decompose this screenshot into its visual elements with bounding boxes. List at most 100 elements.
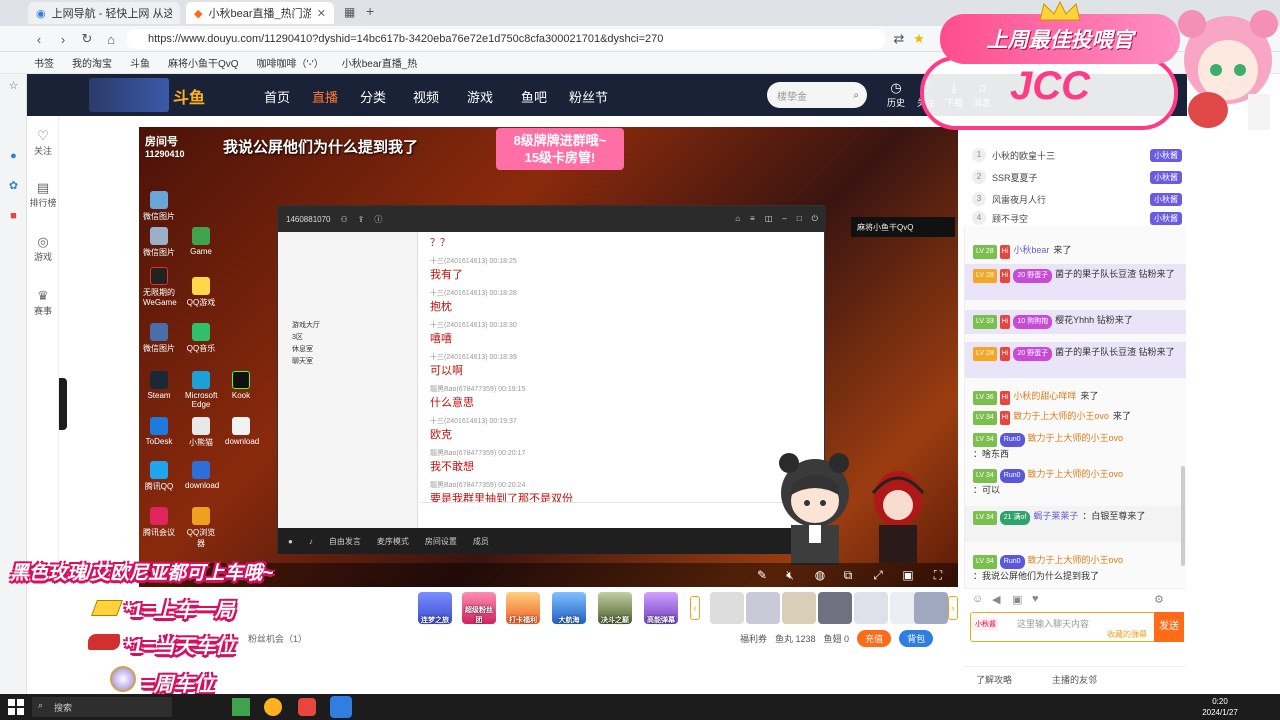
desktop-icon[interactable]: QQ游戏 — [185, 277, 217, 308]
windows-start-icon[interactable] — [8, 699, 24, 715]
menu-icon[interactable]: ≡ — [750, 214, 755, 224]
nav-fishbar[interactable]: 鱼吧 — [521, 87, 547, 106]
gift-item[interactable] — [914, 592, 948, 624]
minimize-icon[interactable]: – — [782, 214, 786, 224]
channel-item[interactable]: 休息室 — [292, 344, 320, 356]
home-icon[interactable]: ⌂ — [102, 30, 120, 48]
desktop-icon[interactable]: download — [225, 417, 259, 446]
taskbar-app-icon[interactable] — [264, 698, 282, 716]
chat-username[interactable]: 致力于上大师的小王ovo — [1013, 411, 1109, 421]
nav-video[interactable]: 视频 — [413, 87, 439, 106]
gift-item[interactable]: 决斗之巅 — [598, 592, 632, 624]
new-tab-icon[interactable]: + — [366, 3, 374, 19]
gamepad-icon[interactable]: ◫ — [765, 214, 773, 224]
theater-mode-icon[interactable]: ⤢ — [869, 566, 887, 584]
desktop-icon[interactable]: 微信图片 — [143, 323, 175, 354]
search-icon[interactable]: ⌕ — [853, 90, 859, 101]
chat-username[interactable]: 致力于上大师的小王ovo — [1028, 469, 1124, 479]
desktop-icon[interactable]: 微信图片 — [143, 227, 175, 258]
tab-grid-icon[interactable]: ▦ — [344, 5, 355, 19]
fullscreen-icon[interactable]: ⛶ — [929, 566, 947, 584]
taskbar-app-icon[interactable] — [298, 698, 316, 716]
chat-username[interactable]: 致力于上大师的小王ovo — [1028, 433, 1124, 443]
gift-item[interactable]: 打卡福利 — [506, 592, 540, 624]
welfare-coupon[interactable]: 福利券 — [740, 632, 767, 645]
fan-icon[interactable]: ♥ — [1032, 593, 1039, 605]
desktop-icon[interactable]: 微信图片 — [143, 191, 175, 222]
left-match[interactable]: ♛ 赛事 — [27, 288, 59, 317]
collapse-handle[interactable] — [59, 378, 67, 430]
backpack-button[interactable]: 背包 — [899, 630, 934, 647]
gift-item[interactable] — [818, 592, 852, 624]
pip-icon[interactable]: ⧉ — [839, 566, 857, 584]
search-engine-icon[interactable]: ● — [6, 148, 21, 163]
bookmark-item[interactable]: 书签 — [34, 55, 54, 70]
saved-danmaku-link[interactable]: 收藏的弹幕 — [1107, 629, 1147, 640]
taskbar-search[interactable]: ⌕ 搜索 — [32, 697, 172, 717]
desktop-icon[interactable]: Microsoft Edge — [185, 371, 217, 409]
recharge-button[interactable]: 充值 — [857, 630, 892, 647]
close-tab-icon[interactable]: ✕ — [317, 7, 326, 20]
chat-username[interactable]: 菌子的果子队长豆渣 — [1055, 269, 1136, 279]
desktop-icon[interactable]: 小熊猫 — [185, 417, 217, 448]
free-talk-mode[interactable]: 自由发言 — [329, 536, 361, 547]
paw-icon[interactable]: ✿ — [6, 178, 21, 193]
nav-fan-festival[interactable]: 粉丝节 — [569, 87, 608, 106]
bookmark-item[interactable]: 我的淘宝 — [72, 55, 112, 70]
nav-category[interactable]: 分类 — [360, 87, 386, 106]
nav-home[interactable]: 首页 — [264, 87, 290, 106]
star-icon[interactable]: ★ — [910, 30, 928, 48]
maximize-icon[interactable]: □ — [797, 214, 802, 224]
gift-item[interactable] — [854, 592, 888, 624]
event-banner[interactable] — [89, 78, 169, 112]
taskbar-app-icon[interactable] — [232, 698, 250, 716]
gift-item[interactable]: 大航海 — [552, 592, 586, 624]
desktop-icon[interactable]: ToDesk — [143, 417, 175, 446]
channel-item[interactable]: 游戏大厅 — [292, 320, 320, 332]
history-button[interactable]: ◷ 历史 — [883, 80, 909, 114]
chat-username[interactable]: 致力于上大师的小王ovo — [1028, 555, 1124, 565]
room-settings[interactable]: 房间设置 — [425, 536, 457, 547]
gift-icon[interactable]: ▣ — [1012, 593, 1022, 606]
left-game[interactable]: ◎ 游戏 — [27, 234, 59, 263]
douyu-search-input[interactable]: 楼挚金 ⌕ — [767, 82, 867, 108]
chat-scrollbar[interactable] — [1181, 466, 1185, 566]
bookmark-item[interactable]: 麻将小鱼干QvQ — [168, 55, 239, 70]
desktop-icon[interactable]: 腾讯会议 — [143, 507, 175, 538]
desktop-icon[interactable]: QQ音乐 — [185, 323, 217, 354]
taskbar-clock[interactable]: 0:20 2024/1/27 — [1196, 696, 1244, 718]
desktop-icon[interactable]: Game — [185, 227, 217, 256]
tab-guide[interactable]: 了解攻略 — [976, 673, 1012, 686]
gift-item[interactable]: 超级粉丝团 — [462, 592, 496, 624]
speaker-icon[interactable]: ♪ — [309, 537, 313, 546]
rank-row[interactable]: 4 顾不寻空 小秋酱 — [972, 210, 1182, 226]
chat-input-row[interactable] — [420, 502, 824, 528]
settings-icon[interactable]: ⚙ — [1154, 593, 1164, 606]
taskbar-browser-icon[interactable] — [330, 696, 352, 718]
chat-username[interactable]: 小秋的甜心咩咩 — [1013, 391, 1076, 401]
emoji-icon[interactable]: ☺ — [972, 593, 983, 605]
megaphone-icon[interactable]: ◀ — [992, 593, 1000, 606]
web-fullscreen-icon[interactable]: ▣ — [899, 566, 917, 584]
url-field[interactable]: https://www.douyu.com/11290410?dyshid=14… — [126, 29, 886, 49]
gift-item[interactable] — [710, 592, 744, 624]
forward-icon[interactable]: › — [54, 30, 72, 48]
chat-input[interactable]: 小秋酱 这里输入聊天内容 收藏的弹幕 — [970, 612, 1184, 642]
chat-username[interactable]: 菌子的果子队长豆渣 — [1055, 347, 1136, 357]
gift-item[interactable]: 高能弹幕 — [644, 592, 678, 624]
chat-username[interactable]: 蝎子莱莱子 — [1033, 511, 1078, 521]
gift-item[interactable] — [782, 592, 816, 624]
bookmark-item[interactable]: 咖啡咖啡（'-'） — [257, 55, 324, 70]
members[interactable]: 成员 — [473, 536, 489, 547]
fan-opportunity[interactable]: 粉丝机会（1） — [248, 632, 307, 645]
chat-username[interactable]: 樱花Yhhh — [1055, 315, 1094, 325]
browser-tab-2[interactable]: ◆ 小秋bear直播_热门游戏直播 ✕ — [186, 2, 334, 24]
nav-game[interactable]: 游戏 — [467, 87, 493, 106]
desktop-icon[interactable]: 腾讯QQ — [143, 461, 175, 492]
power-icon[interactable]: ⏻ — [812, 214, 818, 224]
douyu-logo[interactable]: 斗鱼 — [173, 84, 205, 108]
favorites-icon[interactable]: ☆ — [6, 78, 21, 93]
gift-scroll-right-icon[interactable]: › — [948, 596, 958, 620]
app-icon[interactable]: ■ — [6, 208, 21, 223]
rank-row[interactable]: 2 SSR夏夏子 小秋酱 — [972, 166, 1182, 188]
